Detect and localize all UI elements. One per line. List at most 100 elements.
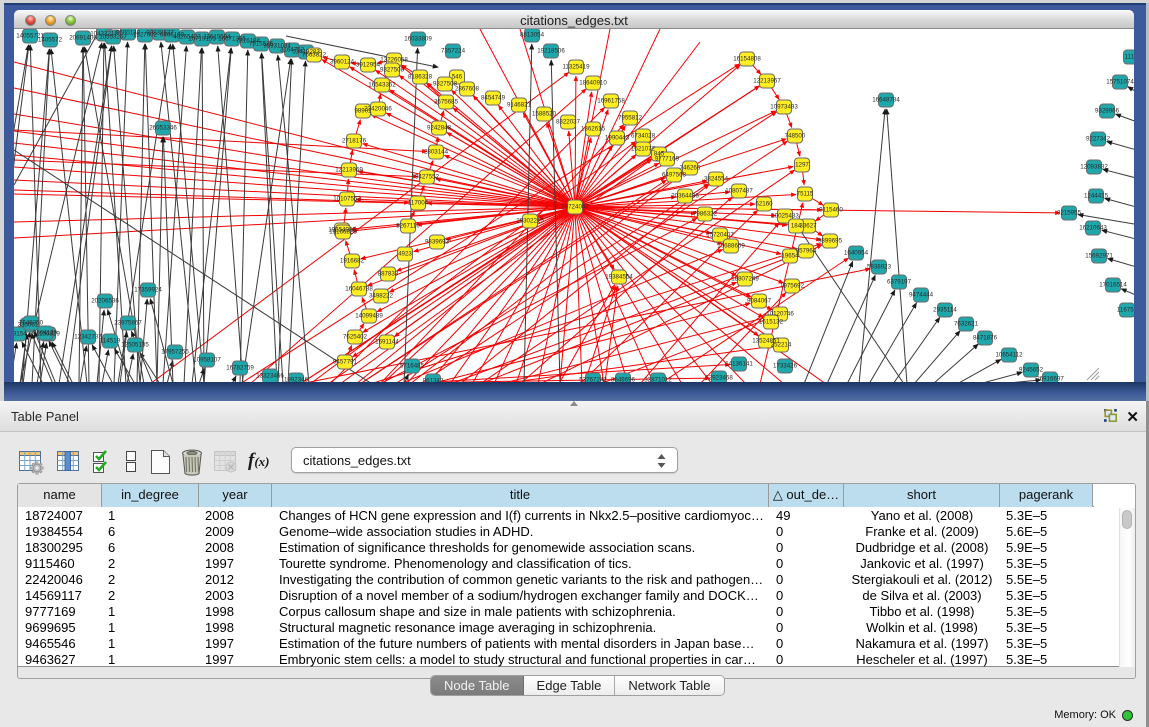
svg-text:1691144: 1691144	[375, 339, 399, 346]
svg-text:252214: 252214	[771, 342, 792, 349]
svg-text:53767242: 53767242	[579, 377, 607, 383]
svg-text:2935114: 2935114	[933, 307, 957, 314]
svg-text:9329966: 9329966	[1095, 108, 1120, 115]
svg-text:10958107: 10958107	[193, 357, 221, 364]
svg-text:957964: 957964	[796, 248, 817, 255]
svg-text:2803144: 2803144	[424, 149, 449, 156]
svg-text:98901: 98901	[354, 108, 372, 115]
svg-text:20364436: 20364436	[671, 193, 699, 200]
svg-text:9457791: 9457791	[333, 359, 358, 366]
svg-text:1733426: 1733426	[773, 363, 798, 370]
svg-text:6734028: 6734028	[631, 133, 656, 140]
svg-text:12923468: 12923468	[705, 375, 733, 382]
svg-text:13226058: 13226058	[380, 57, 408, 64]
svg-text:746266: 746266	[680, 165, 701, 172]
svg-text:19654: 19654	[781, 253, 799, 260]
svg-text:3824554: 3824554	[704, 176, 729, 183]
svg-text:7632621: 7632621	[954, 321, 979, 328]
svg-text:116753: 116753	[1117, 307, 1134, 314]
svg-text:33627: 33627	[799, 223, 817, 230]
svg-text:8267110: 8267110	[396, 223, 420, 230]
svg-text:16154808: 16154808	[733, 56, 761, 63]
svg-text:1992346: 1992346	[284, 377, 309, 383]
svg-text:8849696: 8849696	[611, 377, 636, 383]
svg-text:114519: 114519	[100, 338, 121, 345]
svg-text:9227342: 9227342	[1086, 136, 1111, 143]
svg-text:11325419: 11325419	[562, 64, 590, 71]
svg-text:9327508: 9327508	[380, 67, 405, 74]
svg-text:8813054: 8813054	[520, 32, 545, 39]
svg-text:9839693: 9839693	[425, 239, 450, 246]
svg-text:62160: 62160	[755, 201, 773, 208]
svg-text:9777169: 9777169	[655, 156, 680, 163]
svg-text:7955812: 7955812	[618, 115, 643, 122]
svg-text:26916697: 26916697	[1036, 376, 1064, 383]
svg-text:75115: 75115	[797, 191, 814, 198]
svg-text:39154: 39154	[14, 331, 27, 338]
svg-text:15692971: 15692971	[1085, 253, 1113, 260]
svg-text:961342: 961342	[423, 378, 444, 383]
svg-text:6497568: 6497568	[662, 172, 687, 179]
svg-text:7357224: 7357224	[441, 48, 466, 55]
svg-text:15720407: 15720407	[706, 232, 734, 239]
svg-text:9327508: 9327508	[433, 81, 458, 88]
svg-text:2867608: 2867608	[455, 86, 480, 93]
svg-text:3675685: 3675685	[434, 99, 459, 106]
svg-text:1112: 1112	[1125, 54, 1134, 61]
svg-text:7648350: 7648350	[19, 320, 44, 327]
svg-text:10025433: 10025433	[771, 213, 799, 220]
svg-text:9115460: 9115460	[819, 207, 843, 214]
svg-text:8454749: 8454749	[481, 95, 506, 102]
svg-text:5938923: 5938923	[867, 264, 892, 271]
svg-text:19218506: 19218506	[537, 48, 565, 55]
svg-text:1615132: 1615132	[759, 319, 784, 326]
svg-text:3498222: 3498222	[369, 293, 394, 300]
svg-text:17957255: 17957255	[161, 349, 189, 356]
svg-text:9899695: 9899695	[818, 238, 843, 245]
svg-text:18640910: 18640910	[579, 80, 607, 87]
svg-text:14099489: 14099489	[355, 313, 383, 320]
svg-text:1916682: 1916682	[340, 258, 365, 265]
svg-text:16210643: 16210643	[1079, 225, 1107, 232]
svg-text:6379197: 6379197	[887, 279, 912, 286]
svg-text:3912954: 3912954	[356, 62, 381, 69]
svg-text:8471876: 8471876	[973, 335, 998, 342]
svg-text:19384554: 19384554	[605, 274, 633, 281]
svg-text:1297: 1297	[795, 162, 809, 169]
svg-text:9474444: 9474444	[909, 292, 934, 299]
svg-text:117004: 117004	[408, 200, 429, 207]
svg-text:9242848: 9242848	[427, 125, 452, 132]
svg-text:8186328: 8186328	[408, 74, 433, 81]
svg-text:9245652: 9245652	[1019, 367, 1044, 374]
svg-text:10973493: 10973493	[770, 104, 798, 111]
svg-text:26053346: 26053346	[149, 125, 177, 132]
svg-text:15751074: 15751074	[1106, 79, 1134, 86]
svg-text:20206536: 20206536	[91, 298, 119, 305]
svg-text:17359924: 17359924	[134, 287, 162, 294]
svg-text:748500: 748500	[785, 133, 806, 140]
svg-text:12213969: 12213969	[335, 167, 363, 174]
svg-text:1362615: 1362615	[581, 126, 606, 133]
svg-text:18724007: 18724007	[561, 204, 589, 211]
svg-text:546: 546	[452, 74, 463, 81]
svg-text:12342737: 12342737	[74, 334, 102, 341]
svg-text:10120746: 10120746	[766, 311, 794, 318]
svg-text:0564139: 0564139	[33, 330, 58, 337]
svg-text:12093832: 12093832	[1080, 164, 1108, 171]
svg-text:16961758: 16961758	[597, 98, 625, 105]
svg-text:12213967: 12213967	[753, 78, 781, 85]
svg-text:9427552: 9427552	[415, 174, 440, 181]
svg-text:32871012: 32871012	[644, 377, 672, 383]
svg-text:7663822: 7663822	[302, 52, 327, 59]
svg-text:13323466: 13323466	[256, 373, 284, 380]
svg-text:29302215: 29302215	[516, 218, 544, 225]
svg-text:184: 184	[791, 223, 802, 230]
svg-text:10688609: 10688609	[717, 243, 745, 250]
svg-text:887833: 887833	[378, 271, 399, 278]
svg-text:16648784: 16648784	[872, 97, 900, 104]
svg-text:7625402: 7625402	[343, 334, 368, 341]
svg-text:18807249: 18807249	[731, 276, 759, 283]
svg-text:9084067: 9084067	[747, 298, 772, 305]
svg-text:23975867: 23975867	[114, 320, 142, 327]
svg-text:10807487: 10807487	[725, 188, 753, 195]
